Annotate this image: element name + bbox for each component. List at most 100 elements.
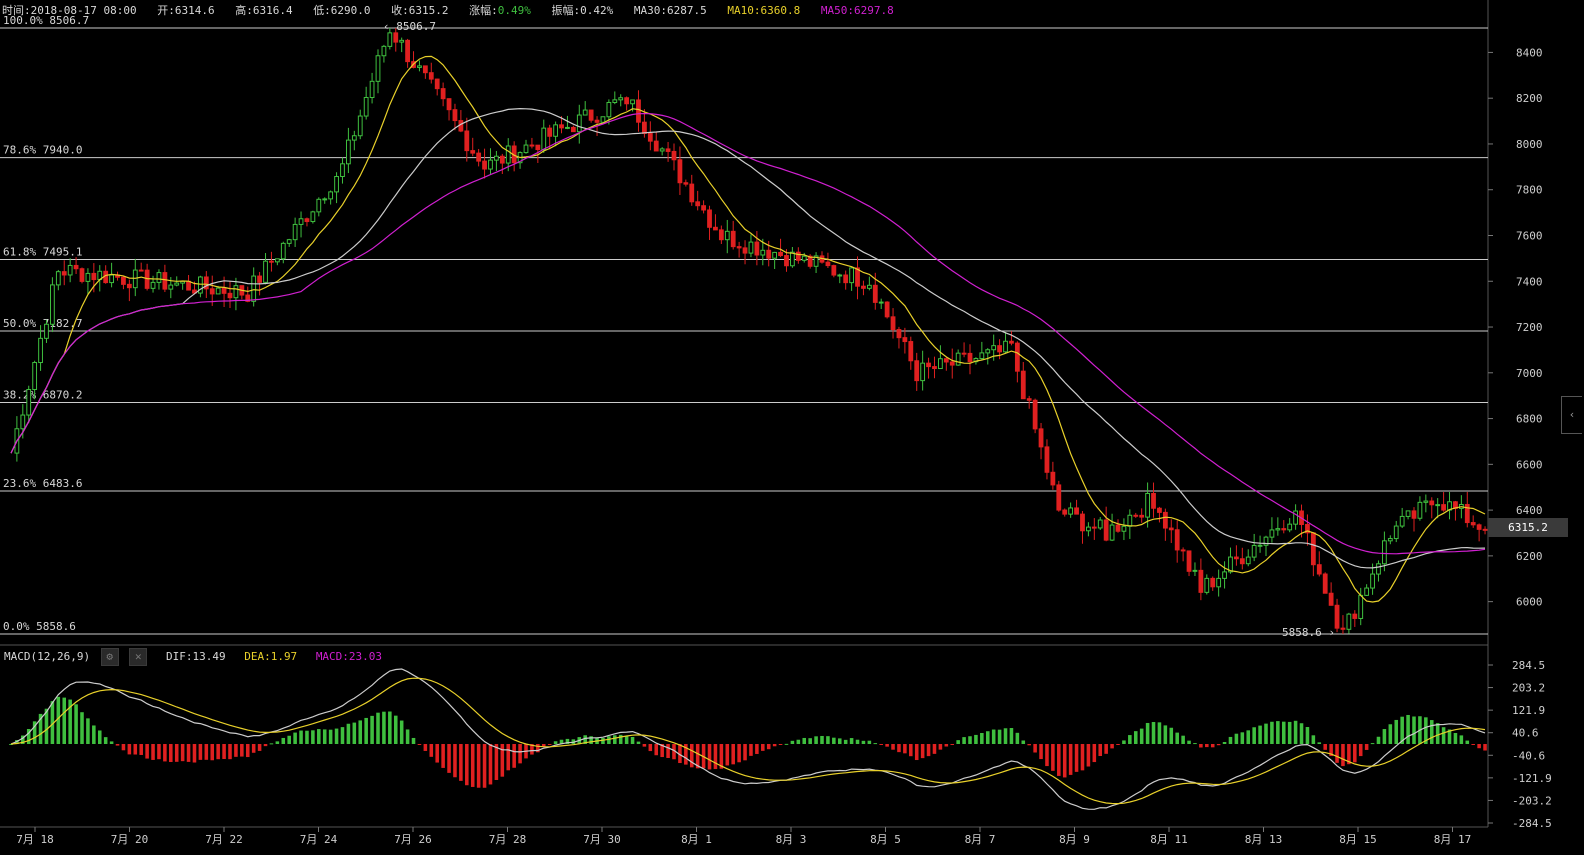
candle xyxy=(316,197,322,217)
macd-bar xyxy=(228,744,232,760)
macd-bar xyxy=(950,744,955,745)
candle-body xyxy=(1281,528,1287,531)
candle xyxy=(961,342,967,358)
candle xyxy=(896,326,902,349)
candle xyxy=(902,327,908,354)
macd-bar xyxy=(1222,741,1227,744)
candle xyxy=(452,103,458,131)
candle xyxy=(1139,508,1145,523)
macd-bar xyxy=(1441,727,1446,744)
macd-bar xyxy=(293,732,297,744)
macd-bar xyxy=(962,737,966,744)
candle xyxy=(914,352,920,391)
candle-body xyxy=(1151,492,1156,509)
candle-body xyxy=(949,361,955,366)
candle-body xyxy=(1322,573,1328,594)
macd-bar xyxy=(642,744,647,747)
macd-bar xyxy=(192,744,197,763)
macd-bar xyxy=(885,744,889,747)
macd-bar xyxy=(843,739,848,744)
macd-bar xyxy=(1311,735,1316,744)
kline-chart[interactable]: 100.0% 8506.778.6% 7940.061.8% 7495.150.… xyxy=(0,0,1584,852)
candle xyxy=(227,281,233,309)
candle-body xyxy=(162,272,168,290)
candle xyxy=(1133,512,1139,518)
candle xyxy=(186,275,191,291)
macd-readout: MACD:23.03 xyxy=(315,650,383,663)
macd-bar xyxy=(299,730,303,744)
candle-body xyxy=(209,288,215,295)
candle xyxy=(399,37,405,53)
fib-label: 23.6% 6483.6 xyxy=(3,477,82,490)
date-tick-label: 8月 7 xyxy=(965,833,996,846)
candle xyxy=(1009,331,1014,346)
macd-bar xyxy=(1240,732,1245,744)
settings-gear-icon[interactable]: ⚙ xyxy=(100,648,119,666)
candle-body xyxy=(1003,340,1008,353)
candle-body xyxy=(1121,525,1127,532)
macd-header: MACD(12,26,9) ⚙ ✕ DIF:13.49 DEA:1.97 MAC… xyxy=(4,648,394,666)
close-readout: 收:6315.2 xyxy=(391,4,449,17)
candle xyxy=(707,205,712,240)
candle-body xyxy=(351,135,357,141)
macd-bar xyxy=(364,717,368,744)
macd-bar xyxy=(802,737,807,744)
candle-body xyxy=(55,271,61,286)
candle xyxy=(718,225,724,245)
candle xyxy=(1003,331,1008,354)
candle-body xyxy=(452,109,458,122)
macd-bar xyxy=(1027,744,1031,746)
candle xyxy=(1168,519,1174,544)
candle xyxy=(1222,561,1227,589)
candle-body xyxy=(890,316,896,331)
candle-body xyxy=(1269,529,1275,538)
close-icon[interactable]: ✕ xyxy=(129,648,148,666)
candle-body xyxy=(908,341,914,362)
candle xyxy=(322,197,328,204)
candle xyxy=(1020,361,1026,400)
candle-body xyxy=(67,264,73,276)
candle-body xyxy=(1080,513,1085,532)
candle xyxy=(1293,504,1298,530)
price-tick-label: 6400 xyxy=(1516,504,1543,517)
macd-bar xyxy=(920,744,925,759)
candle-body xyxy=(529,144,535,147)
candle xyxy=(1417,496,1423,521)
candle xyxy=(926,357,931,379)
candle xyxy=(772,251,778,270)
macd-bar xyxy=(553,741,558,744)
candle-body xyxy=(695,201,701,207)
macd-bar xyxy=(879,744,883,745)
candle xyxy=(1305,514,1310,546)
candle-body xyxy=(943,358,949,363)
macd-bar xyxy=(1341,744,1345,767)
macd-bar xyxy=(636,741,641,744)
candle xyxy=(884,301,890,319)
macd-bar xyxy=(151,744,155,760)
macd-bar xyxy=(914,744,919,761)
macd-bar xyxy=(873,743,878,745)
candle xyxy=(310,210,316,224)
candle-body xyxy=(831,265,837,276)
candle-body xyxy=(156,272,162,283)
candle-body xyxy=(677,159,683,184)
candle-body xyxy=(1014,342,1020,372)
current-price-label: 6315.2 xyxy=(1488,518,1568,537)
macd-bar xyxy=(281,737,286,744)
macd-bar xyxy=(1477,744,1481,749)
macd-bar xyxy=(1483,744,1487,751)
candle-body xyxy=(363,97,369,117)
candle-body xyxy=(1364,587,1370,596)
macd-bar xyxy=(980,732,984,744)
macd-bar xyxy=(1139,728,1144,744)
macd-bar xyxy=(737,744,741,763)
macd-bar xyxy=(991,729,996,744)
date-tick-label: 8月 5 xyxy=(870,833,901,846)
candle-body xyxy=(168,284,174,290)
candle xyxy=(695,190,701,211)
date-tick-label: 8月 1 xyxy=(681,833,712,846)
candle xyxy=(943,357,949,371)
side-panel-toggle[interactable]: ‹ xyxy=(1561,396,1582,434)
candle-body xyxy=(422,65,428,74)
candle xyxy=(440,82,446,107)
